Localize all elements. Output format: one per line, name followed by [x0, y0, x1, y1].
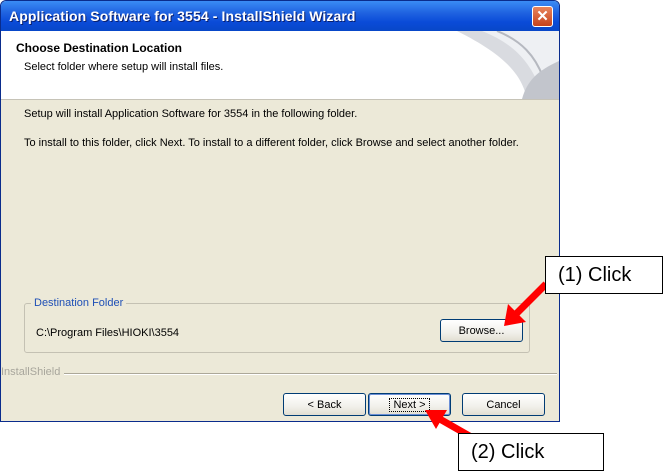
- next-button[interactable]: Next >: [368, 393, 451, 416]
- page-subtitle: Select folder where setup will install f…: [24, 61, 224, 73]
- back-button[interactable]: < Back: [283, 393, 366, 416]
- callout-step-2: (2) Click: [458, 433, 604, 471]
- installshield-brand: InstallShield: [1, 366, 65, 378]
- back-button-label: < Back: [307, 398, 342, 411]
- footer-divider: [1, 373, 557, 375]
- install-instructions-text: To install to this folder, click Next. T…: [24, 137, 519, 149]
- close-button[interactable]: ✕: [532, 6, 553, 27]
- cancel-button-label: Cancel: [486, 398, 521, 411]
- window-title: Application Software for 3554 - InstallS…: [9, 8, 356, 24]
- next-button-label: Next >: [389, 397, 430, 412]
- callout-step-2-text: (2) Click: [471, 440, 545, 463]
- browse-button-label: Browse...: [458, 324, 505, 337]
- close-icon: ✕: [536, 8, 549, 25]
- installer-window: Application Software for 3554 - InstallS…: [0, 0, 560, 422]
- cancel-button[interactable]: Cancel: [462, 393, 545, 416]
- callout-step-1: (1) Click: [545, 256, 663, 294]
- browse-button[interactable]: Browse...: [440, 319, 523, 342]
- page-title: Choose Destination Location: [16, 41, 183, 55]
- installer-art-icon: [457, 31, 559, 99]
- destination-path: C:\Program Files\HIOKI\3554: [36, 327, 180, 339]
- wizard-header: Choose Destination Location Select folde…: [1, 31, 559, 100]
- install-info-text: Setup will install Application Software …: [24, 108, 358, 120]
- destination-folder-label: Destination Folder: [31, 297, 127, 309]
- callout-step-1-text: (1) Click: [558, 263, 632, 286]
- title-bar[interactable]: Application Software for 3554 - InstallS…: [1, 1, 559, 31]
